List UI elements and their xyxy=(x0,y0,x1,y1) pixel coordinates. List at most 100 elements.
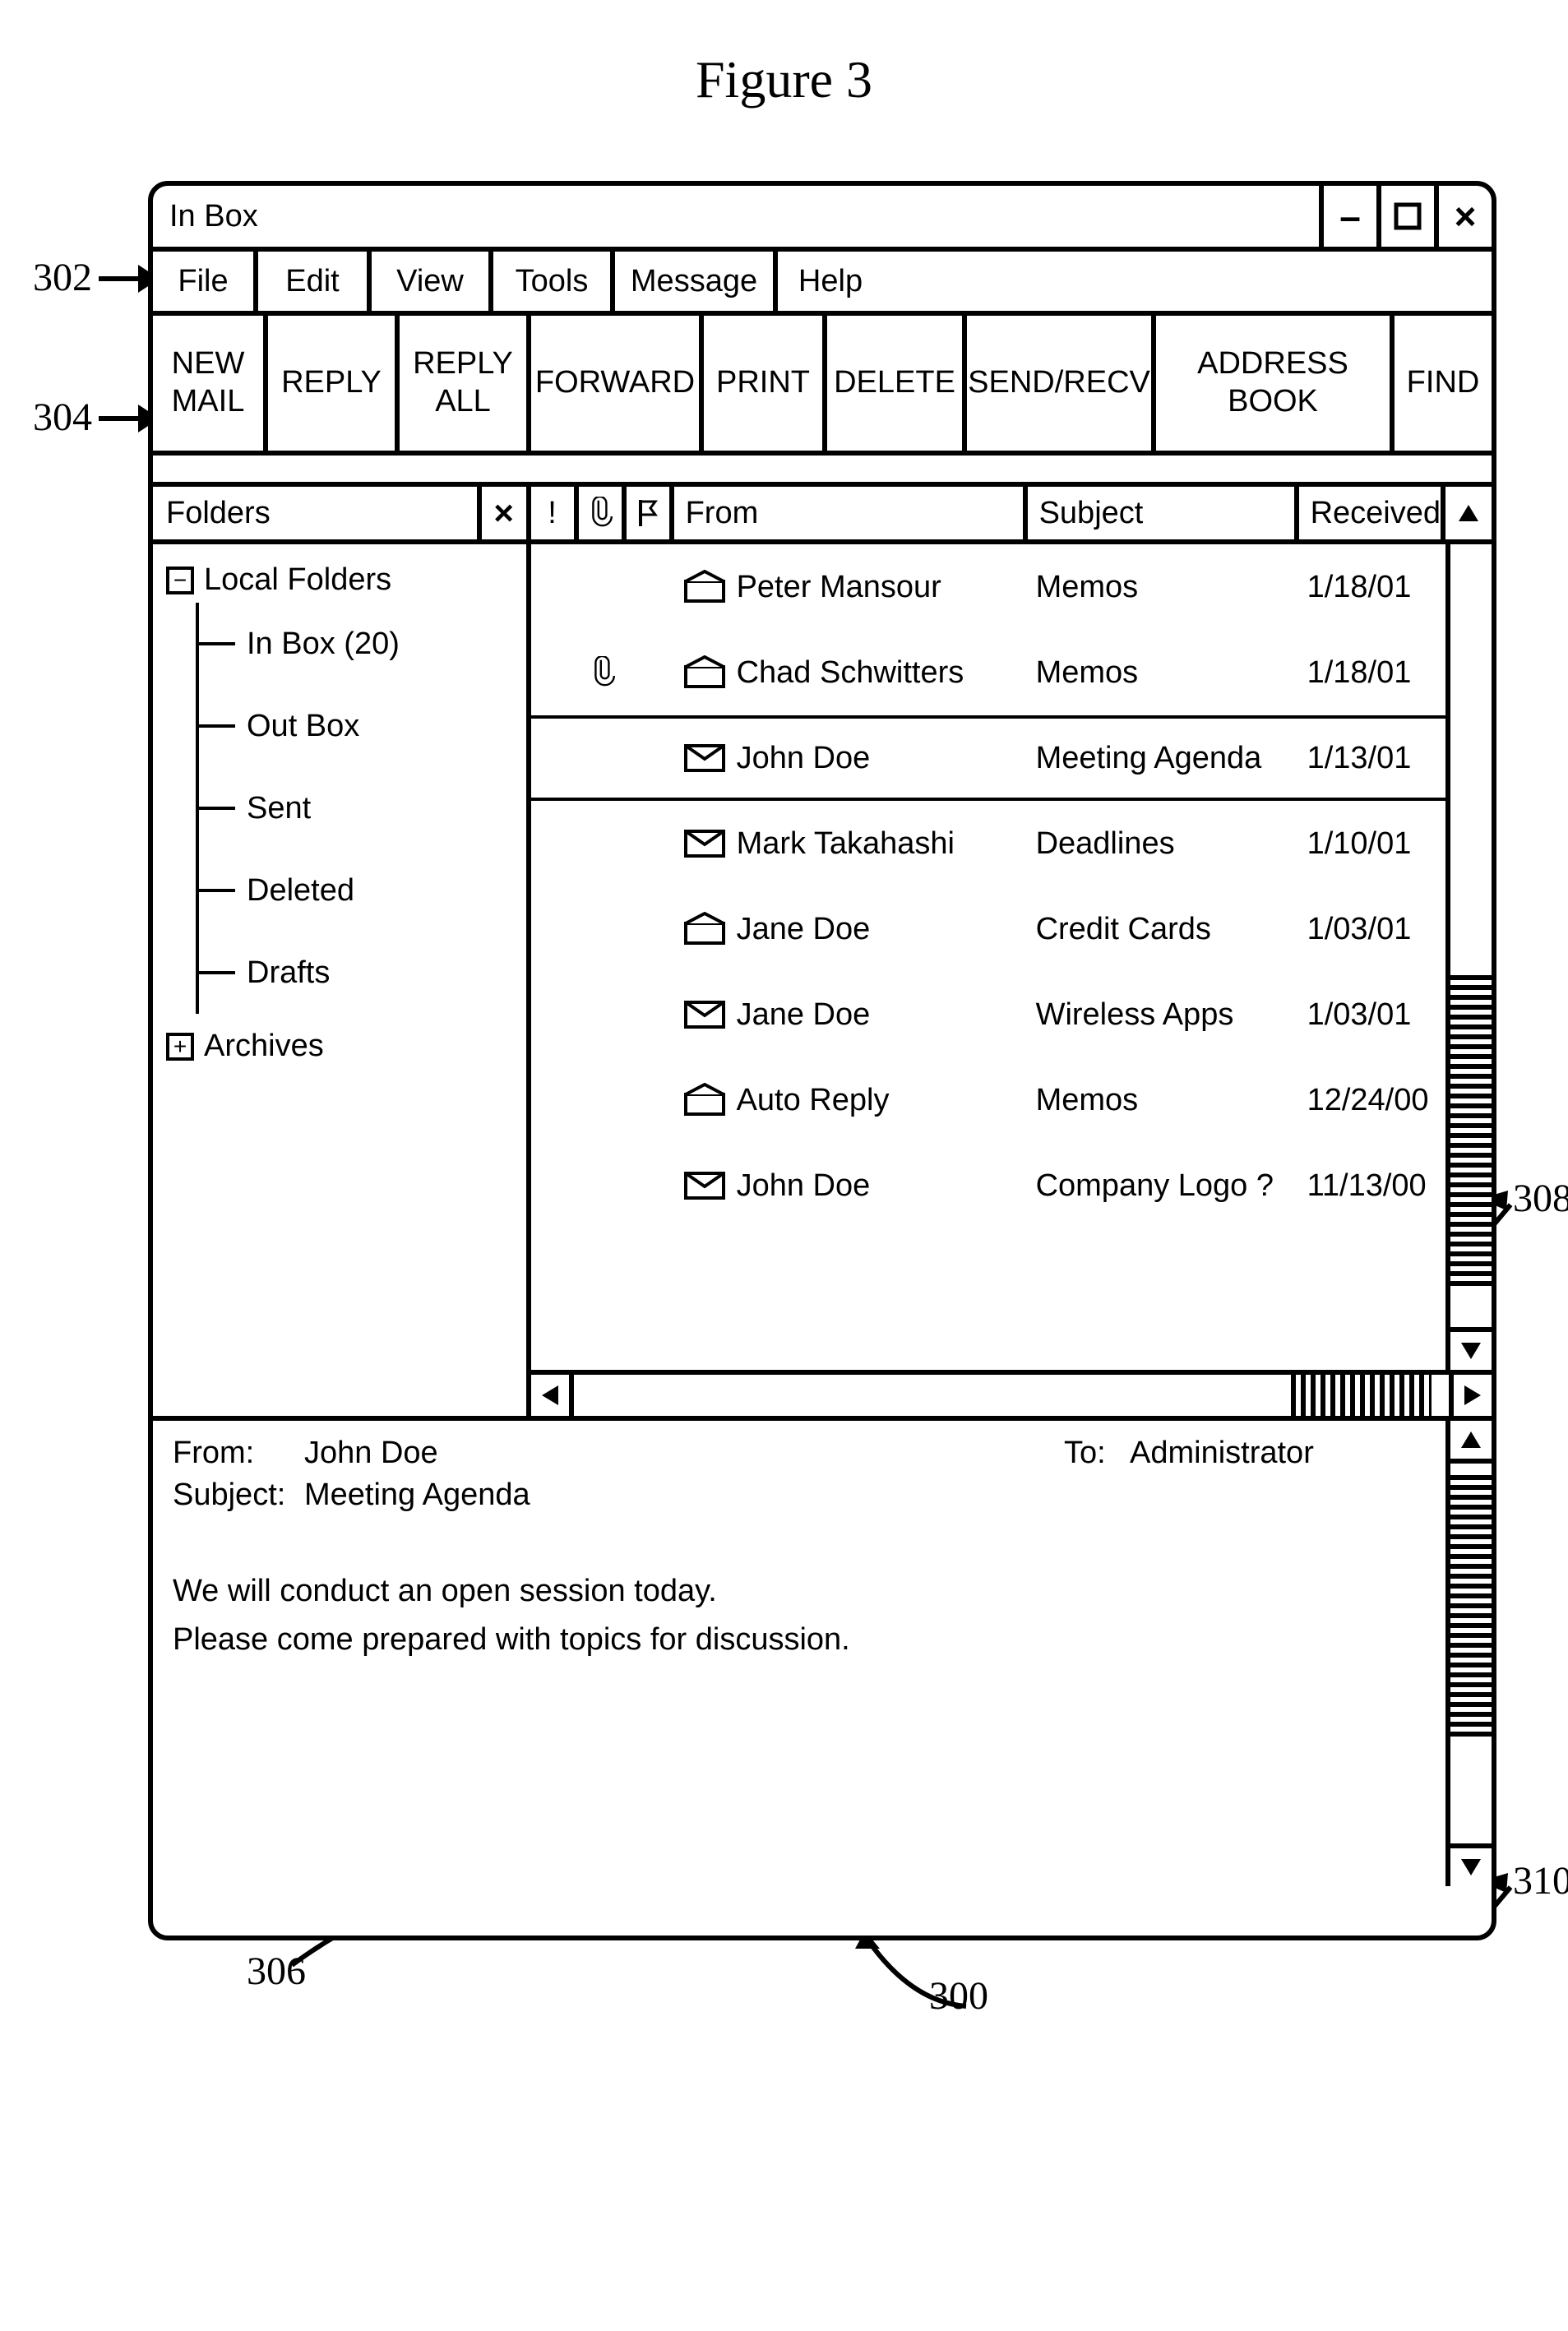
tool-new-mail[interactable]: NEW MAIL xyxy=(153,316,268,451)
folder-sent[interactable]: Sent xyxy=(199,767,513,849)
tool-address-book[interactable]: ADDRESS BOOK xyxy=(1156,316,1395,451)
col-importance[interactable]: ! xyxy=(531,487,579,539)
menubar: File Edit View Tools Message Help xyxy=(153,252,1492,316)
titlebar: In Box – × xyxy=(153,186,1492,252)
row-from: Chad Schwitters xyxy=(674,655,1028,691)
row-from: Mark Takahashi xyxy=(674,826,1028,862)
row-subject: Credit Cards xyxy=(1028,912,1299,947)
message-row[interactable]: Jane DoeCredit Cards1/03/01 xyxy=(531,886,1445,972)
menu-help[interactable]: Help xyxy=(778,252,883,311)
callout-302: 302 xyxy=(33,255,92,300)
tool-reply-all[interactable]: REPLY ALL xyxy=(400,316,531,451)
folder-deleted[interactable]: Deleted xyxy=(199,849,513,932)
folders-header-label: Folders xyxy=(166,496,271,531)
folder-outbox[interactable]: Out Box xyxy=(199,685,513,767)
row-received: 1/18/01 xyxy=(1299,655,1445,691)
message-row[interactable]: Mark TakahashiDeadlines1/10/01 xyxy=(531,801,1445,886)
folder-tree: − Local Folders In Box (20) Out Box Sent… xyxy=(153,544,526,1072)
menu-message[interactable]: Message xyxy=(615,252,778,311)
col-subject[interactable]: Subject xyxy=(1028,487,1299,539)
tool-reply[interactable]: REPLY xyxy=(268,316,400,451)
msg-hscrollbar[interactable] xyxy=(531,1370,1492,1416)
envelope-icon xyxy=(682,1083,727,1117)
msg-vscrollbar[interactable] xyxy=(1445,544,1492,1370)
callout-308: 308 xyxy=(1513,1176,1568,1221)
menu-view[interactable]: View xyxy=(372,252,493,311)
tool-forward[interactable]: FORWARD xyxy=(531,316,704,451)
message-row[interactable]: Peter MansourMemos1/18/01 xyxy=(531,544,1445,630)
callout-304: 304 xyxy=(33,395,92,440)
row-subject: Company Logo ? xyxy=(1028,1168,1299,1204)
tool-print[interactable]: PRINT xyxy=(704,316,827,451)
paperclip-icon xyxy=(590,656,615,689)
message-row[interactable]: John DoeCompany Logo ?11/13/00 xyxy=(531,1143,1445,1228)
preview-scroll-up-button[interactable] xyxy=(1450,1421,1492,1464)
tool-send-recv[interactable]: SEND/RECV xyxy=(967,316,1156,451)
scroll-up-button[interactable] xyxy=(1445,487,1492,539)
col-from[interactable]: From xyxy=(674,487,1028,539)
menu-tools[interactable]: Tools xyxy=(493,252,615,311)
col-received[interactable]: Received xyxy=(1299,487,1445,539)
envelope-icon xyxy=(682,997,727,1032)
message-row[interactable]: John DoeMeeting Agenda1/13/01 xyxy=(531,715,1445,801)
scroll-down-button[interactable] xyxy=(1450,1327,1492,1370)
hscroll-right-button[interactable] xyxy=(1449,1375,1492,1416)
envelope-icon xyxy=(682,741,727,775)
collapse-icon[interactable]: − xyxy=(166,567,194,594)
row-received: 11/13/00 xyxy=(1299,1168,1445,1204)
preview-body: We will conduct an open session today. P… xyxy=(173,1567,1426,1664)
tree-root-archives[interactable]: + Archives xyxy=(166,1029,513,1064)
row-received: 1/03/01 xyxy=(1299,912,1445,947)
hscroll-thumb[interactable] xyxy=(1291,1375,1431,1416)
row-received: 1/10/01 xyxy=(1299,826,1445,862)
preview-from: John Doe xyxy=(304,1436,438,1471)
archives-label: Archives xyxy=(204,1029,324,1064)
preview-vscrollbar[interactable] xyxy=(1445,1421,1492,1886)
workspace: Folders × − Local Folders In Box (20) Ou… xyxy=(153,487,1492,1416)
folders-close-button[interactable]: × xyxy=(477,487,526,539)
expand-icon[interactable]: + xyxy=(166,1033,194,1061)
tree-root-local-folders[interactable]: − Local Folders xyxy=(166,562,513,598)
row-subject: Memos xyxy=(1028,1083,1299,1118)
message-pane: ! From Subject Received Peter MansourMem… xyxy=(531,487,1492,1416)
vscroll-thumb[interactable] xyxy=(1450,975,1492,1288)
close-button[interactable]: × xyxy=(1434,186,1492,247)
row-from: John Doe xyxy=(674,741,1028,776)
preview-scroll-down-button[interactable] xyxy=(1450,1843,1492,1886)
tool-find[interactable]: FIND xyxy=(1395,316,1492,451)
paperclip-icon xyxy=(588,497,613,530)
hscroll-left-button[interactable] xyxy=(531,1375,574,1416)
folder-drafts[interactable]: Drafts xyxy=(199,932,513,1014)
envelope-icon xyxy=(682,1168,727,1203)
folder-inbox[interactable]: In Box (20) xyxy=(199,603,513,685)
vscroll-track[interactable] xyxy=(1450,544,1492,1327)
envelope-icon xyxy=(682,655,727,690)
row-from: Jane Doe xyxy=(674,997,1028,1033)
row-received: 1/13/01 xyxy=(1299,741,1445,776)
toolbar: NEW MAIL REPLY REPLY ALL FORWARD PRINT D… xyxy=(153,316,1492,456)
message-row[interactable]: Jane DoeWireless Apps1/03/01 xyxy=(531,972,1445,1057)
minimize-button[interactable]: – xyxy=(1319,186,1376,247)
tool-delete[interactable]: DELETE xyxy=(827,316,967,451)
message-list: Peter MansourMemos1/18/01Chad Schwitters… xyxy=(531,544,1492,1370)
col-flag[interactable] xyxy=(627,487,674,539)
preview-to-label: To: xyxy=(1064,1436,1130,1478)
preview-from-label: From: xyxy=(173,1436,304,1471)
main-window: In Box – × File Edit View Tools Message … xyxy=(148,181,1496,1940)
preview-vscroll-track[interactable] xyxy=(1450,1464,1492,1843)
menu-file[interactable]: File xyxy=(153,252,258,311)
folders-pane: Folders × − Local Folders In Box (20) Ou… xyxy=(153,487,531,1416)
folders-header: Folders × xyxy=(153,487,526,544)
message-row[interactable]: Auto ReplyMemos12/24/00 xyxy=(531,1057,1445,1143)
preview-vscroll-thumb[interactable] xyxy=(1450,1475,1492,1741)
menu-edit[interactable]: Edit xyxy=(258,252,372,311)
maximize-button[interactable] xyxy=(1376,186,1434,247)
hscroll-track[interactable] xyxy=(574,1375,1449,1416)
maximize-icon xyxy=(1394,202,1422,230)
row-subject: Deadlines xyxy=(1028,826,1299,862)
preview-to: Administrator xyxy=(1130,1436,1314,1478)
envelope-icon xyxy=(682,826,727,861)
message-row[interactable]: Chad SchwittersMemos1/18/01 xyxy=(531,630,1445,715)
tree-root-label: Local Folders xyxy=(204,562,391,598)
col-attachment[interactable] xyxy=(579,487,627,539)
